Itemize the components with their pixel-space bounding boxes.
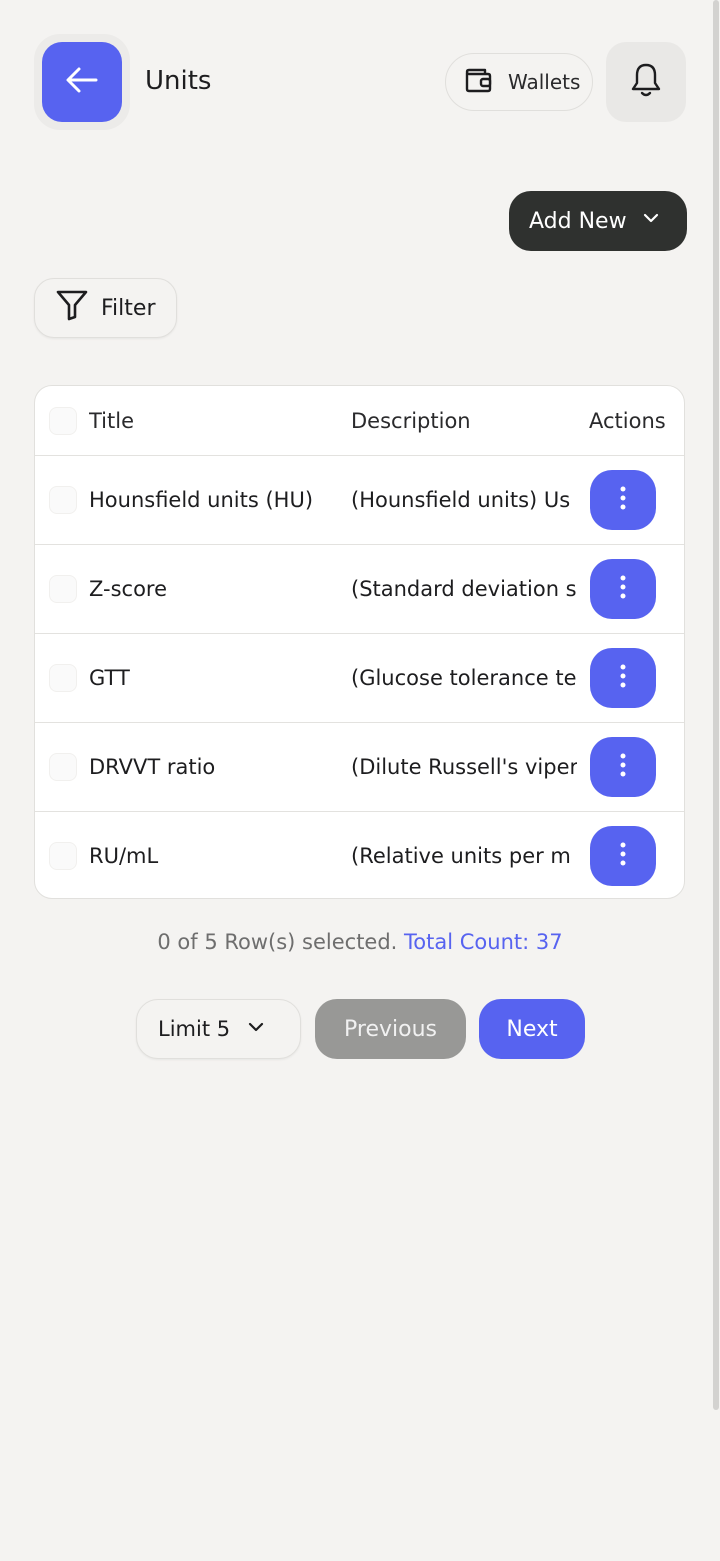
select-all-checkbox[interactable] [49,406,77,435]
more-vertical-icon [619,663,627,694]
previous-page-button[interactable]: Previous [315,999,466,1059]
table-row: Z-score (Standard deviation s [35,545,684,634]
wallets-button[interactable]: Wallets [445,53,593,111]
page-title: Units [145,66,212,96]
limit-label: Limit 5 [158,1017,231,1041]
row-description: (Glucose tolerance te [351,666,577,690]
more-vertical-icon [619,841,627,872]
row-title: GTT [89,666,130,690]
table-row: RU/mL (Relative units per m [35,812,684,898]
notifications-button[interactable] [606,42,686,122]
column-header-title[interactable]: Title [89,386,339,455]
row-description: (Hounsfield units) Us [351,488,571,512]
row-description: (Dilute Russell's viper [351,755,577,779]
filter-icon [55,288,89,328]
arrow-left-icon [62,60,102,104]
row-title: Z-score [89,577,168,601]
row-checkbox[interactable] [49,486,77,514]
more-vertical-icon [619,574,627,605]
scrollbar-thumb[interactable] [713,0,719,1410]
wallet-icon [462,64,494,100]
row-title: DRVVT ratio [89,755,216,779]
units-table: Title Description Actions Hounsfield uni… [34,385,685,899]
row-checkbox[interactable] [49,664,77,692]
units-page: Units Wallets Add New Filter Title Descr… [0,0,720,1561]
table-row: Hounsfield units (HU) (Hounsfield units)… [35,456,684,545]
chevron-down-icon [246,1017,266,1042]
row-description: (Standard deviation s [351,577,577,601]
row-title: Hounsfield units (HU) [89,488,314,512]
next-page-button[interactable]: Next [479,999,585,1059]
more-vertical-icon [619,485,627,516]
table-row: DRVVT ratio (Dilute Russell's viper [35,723,684,812]
selection-summary: 0 of 5 Row(s) selected. Total Count: 37 [0,930,720,954]
back-button[interactable] [42,42,122,122]
add-new-label: Add New [529,208,627,234]
more-vertical-icon [619,752,627,783]
row-checkbox[interactable] [49,842,77,870]
limit-select[interactable]: Limit 5 [136,999,301,1059]
row-actions-button[interactable] [590,648,656,708]
column-header-description[interactable]: Description [351,386,577,455]
total-count-text: Total Count: 37 [404,930,563,954]
row-checkbox[interactable] [49,575,77,603]
row-actions-button[interactable] [590,826,656,886]
wallets-label: Wallets [508,70,581,94]
row-checkbox[interactable] [49,753,77,781]
filter-label: Filter [101,295,156,321]
filter-button[interactable]: Filter [34,278,177,338]
column-header-actions: Actions [589,408,666,433]
chevron-down-icon [641,208,661,234]
add-new-button[interactable]: Add New [509,191,687,251]
row-actions-button[interactable] [590,559,656,619]
bell-icon [628,60,664,104]
table-row: GTT (Glucose tolerance te [35,634,684,723]
row-actions-button[interactable] [590,470,656,530]
selected-count-text: 0 of 5 Row(s) selected. [157,930,398,954]
row-title: RU/mL [89,844,159,868]
row-description: (Relative units per m [351,844,571,868]
row-actions-button[interactable] [590,737,656,797]
table-header-row: Title Description Actions [35,386,684,456]
